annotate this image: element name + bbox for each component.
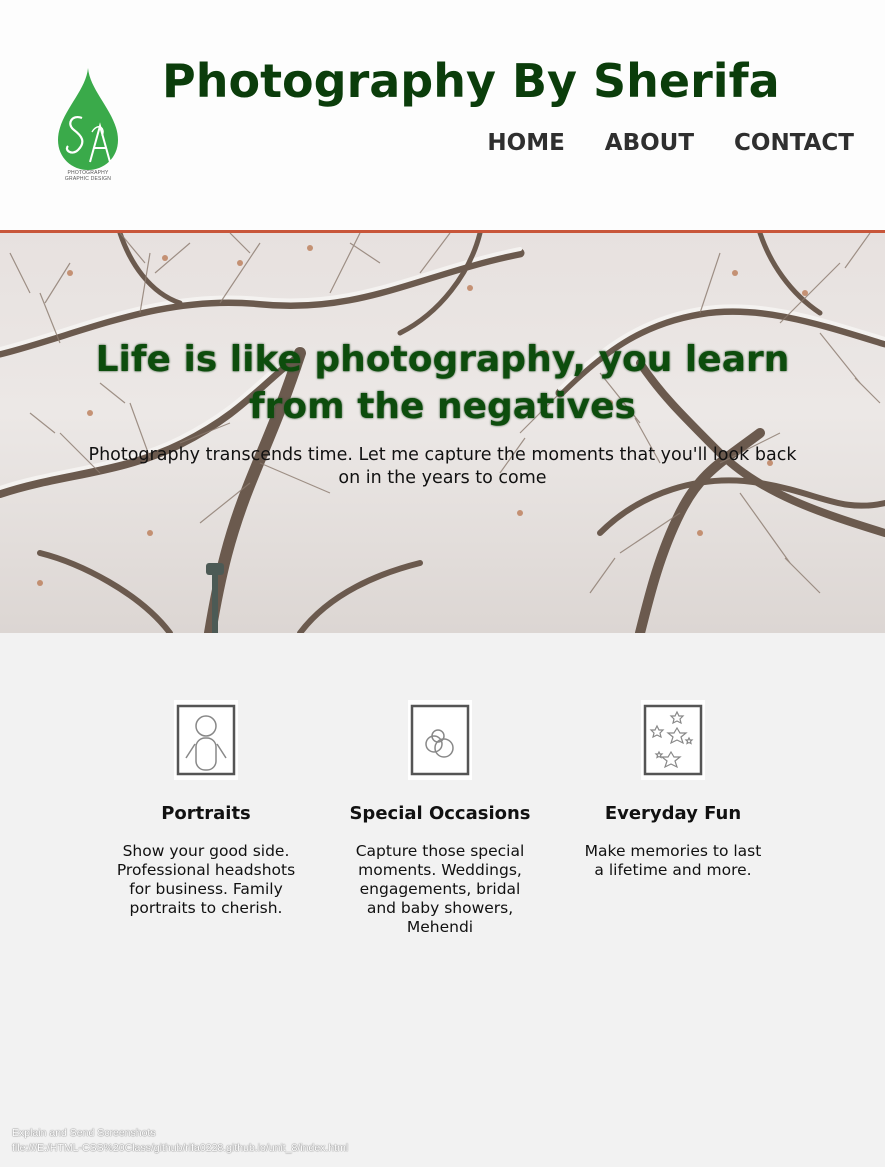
- service-description: Show your good side. Professional headsh…: [116, 842, 296, 917]
- status-line-1: Explain and Send Screenshots: [12, 1127, 156, 1139]
- service-title: Everyday Fun: [604, 803, 742, 824]
- logo-caption-line2: GRAPHIC DESIGN: [64, 176, 112, 182]
- site-header: PHOTOGRAPHY GRAPHIC DESIGN Photography B…: [0, 0, 885, 230]
- site-title: Photography By Sherifa: [162, 54, 780, 108]
- service-description: Make memories to last a lifetime and mor…: [584, 842, 762, 879]
- snowy-trees-background: [0, 233, 885, 633]
- status-line-2: file:///E:/HTML-CSS%20Class/github/rifa0…: [12, 1142, 349, 1154]
- service-portraits: Portraits Show your good side. Professio…: [96, 700, 316, 918]
- browser-status-overlay: Explain and Send Screenshots file:///E:/…: [12, 1126, 348, 1156]
- nav-about[interactable]: ABOUT: [605, 126, 694, 160]
- main-nav: HOME ABOUT CONTACT: [487, 126, 854, 160]
- hero-banner: Life is like photography, you learn from…: [0, 233, 885, 633]
- nav-home[interactable]: HOME: [487, 126, 564, 160]
- rings-icon: [408, 700, 472, 780]
- stars-icon: [641, 700, 705, 780]
- service-description: Capture those special moments. Weddings,…: [355, 842, 525, 936]
- service-special-occasions: Special Occasions Capture those special …: [330, 700, 550, 937]
- hero-quote: Life is like photography, you learn from…: [95, 339, 790, 427]
- service-title: Special Occasions: [349, 803, 531, 824]
- hero-subtitle: Photography transcends time. Let me capt…: [88, 445, 797, 488]
- logo-caption: PHOTOGRAPHY GRAPHIC DESIGN: [52, 170, 124, 182]
- nav-contact[interactable]: CONTACT: [734, 126, 854, 160]
- portrait-icon: [174, 700, 238, 780]
- service-everyday-fun: Everyday Fun Make memories to last a lif…: [563, 700, 783, 880]
- service-title: Portraits: [161, 803, 251, 824]
